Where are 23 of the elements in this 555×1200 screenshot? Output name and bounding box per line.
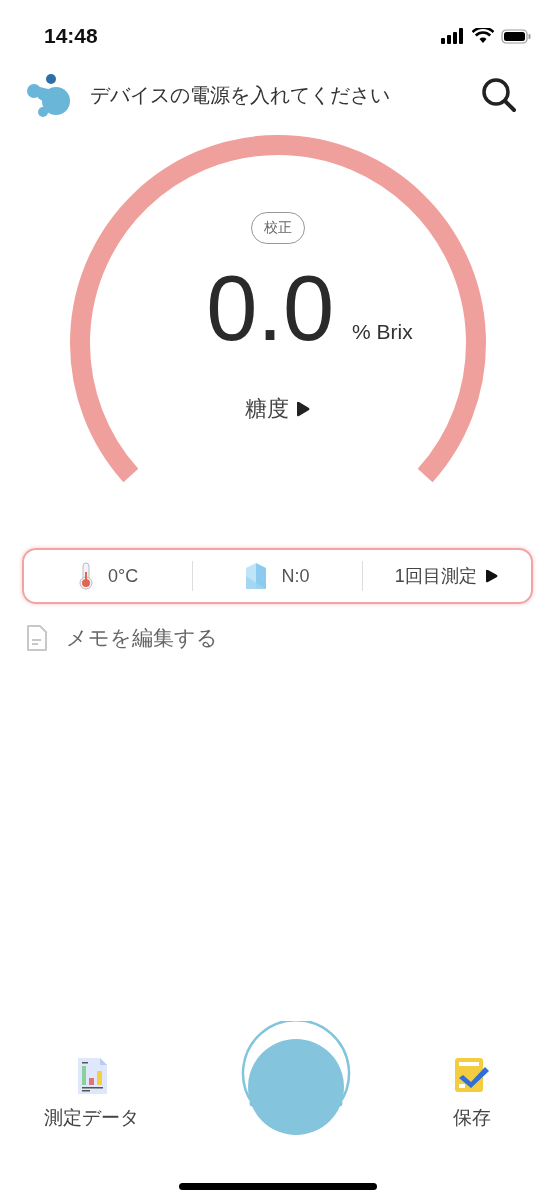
- calibrate-button[interactable]: 校正: [250, 212, 305, 244]
- play-icon: [294, 400, 311, 418]
- connection-message: デバイスの電源を入れてください: [90, 82, 391, 108]
- search-icon[interactable]: [479, 75, 519, 115]
- status-time: 14:48: [44, 24, 98, 48]
- measurement-data-tab[interactable]: 測定データ: [44, 1057, 139, 1131]
- temperature-text: 0°C: [108, 565, 139, 587]
- edit-memo-button[interactable]: メモを編集する: [26, 624, 218, 652]
- mode-button[interactable]: 糖度: [244, 394, 311, 424]
- wifi-icon: [472, 28, 494, 44]
- chart-document-icon: [75, 1057, 108, 1095]
- reading-unit: % Brix: [352, 320, 413, 344]
- signal-icon: [441, 28, 465, 44]
- battery-icon: [501, 28, 531, 44]
- document-icon: [26, 624, 48, 652]
- prism-icon: [245, 562, 268, 590]
- thermometer-icon: [78, 562, 95, 590]
- measurement-count-button[interactable]: 1回目測定: [394, 564, 499, 588]
- reading-value: 0.0: [206, 262, 335, 354]
- play-icon: [484, 568, 499, 584]
- count-text: N:0: [281, 565, 310, 587]
- checklist-icon: [453, 1057, 491, 1095]
- save-tab[interactable]: 保存: [453, 1057, 491, 1131]
